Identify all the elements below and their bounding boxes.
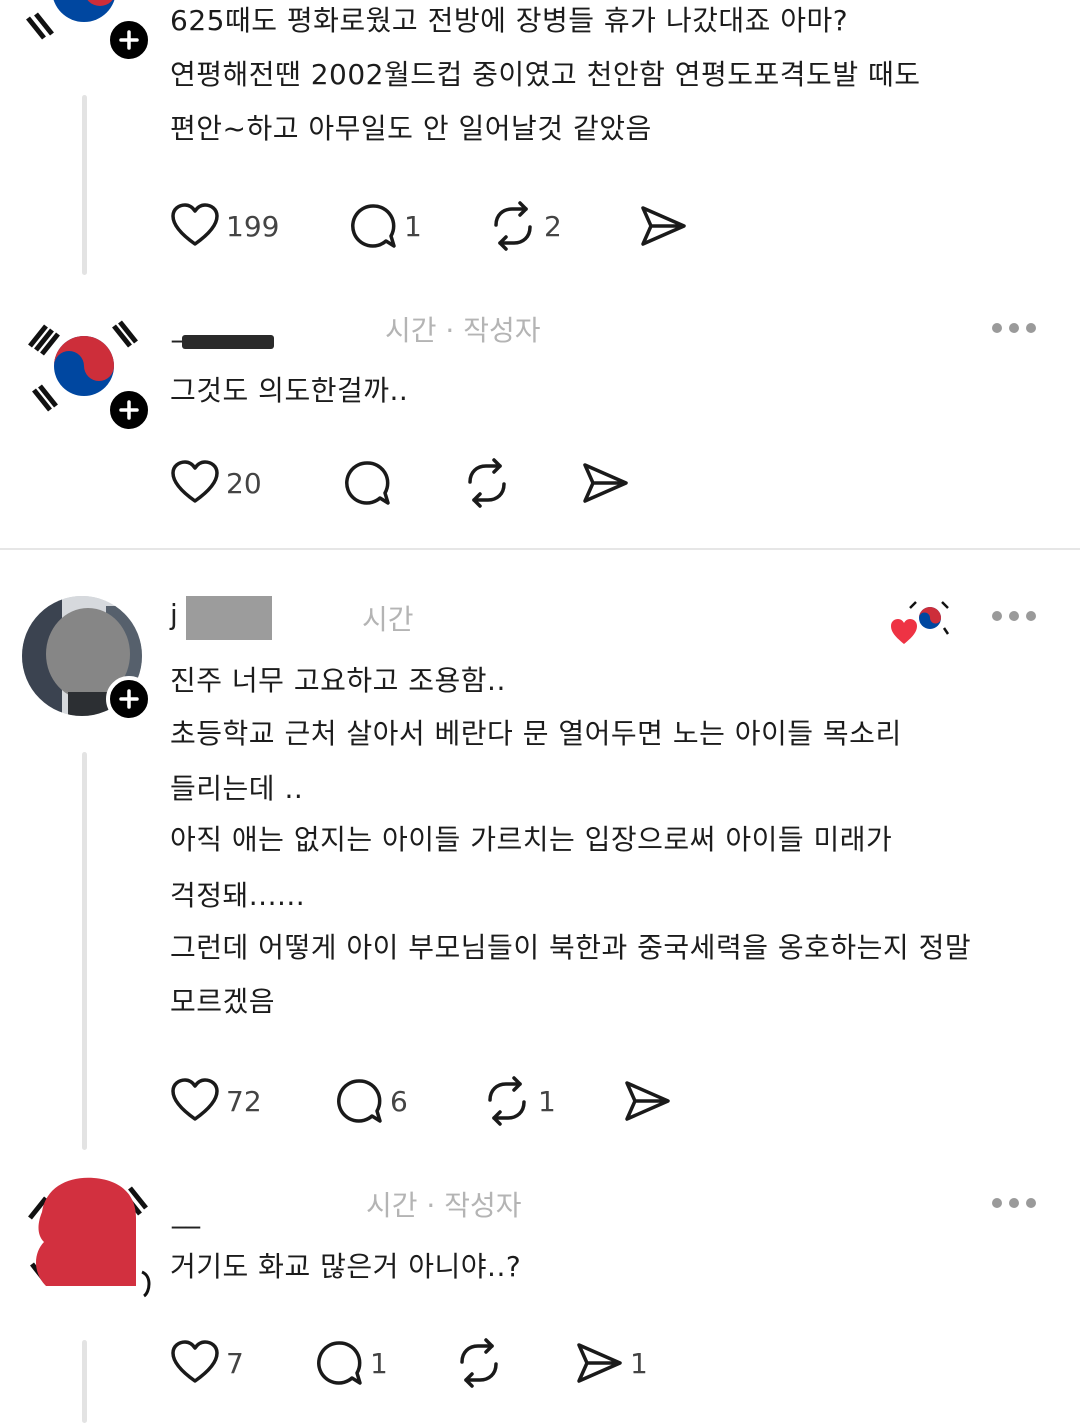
redacted-username bbox=[182, 335, 274, 349]
post-text-line: 거기도 화교 많은거 아니야..? bbox=[170, 1250, 522, 1283]
repost-button[interactable] bbox=[462, 455, 518, 511]
repost-icon bbox=[494, 201, 532, 251]
flag-badge bbox=[890, 600, 950, 648]
reply-count: 6 bbox=[390, 1084, 408, 1118]
send-icon bbox=[625, 1081, 670, 1121]
plus-icon bbox=[119, 30, 139, 50]
reply-count: 1 bbox=[370, 1346, 388, 1380]
repost-icon bbox=[488, 1076, 526, 1126]
share-button[interactable] bbox=[622, 1073, 678, 1129]
like-count: 72 bbox=[226, 1084, 262, 1118]
post-text-line: 그런데 어떻게 아이 부모님들이 북한과 중국세력을 옹호하는지 정말 bbox=[170, 931, 972, 964]
reply-button[interactable]: 1 bbox=[348, 198, 422, 254]
more-icon bbox=[992, 323, 1002, 333]
post-actions: 72 6 1 bbox=[170, 1073, 690, 1129]
post-text-line: 초등학교 근처 살아서 베란다 문 열어두면 노는 아이들 목소리 bbox=[170, 717, 902, 750]
reply-button[interactable] bbox=[342, 455, 398, 511]
like-button[interactable]: 199 bbox=[170, 198, 279, 254]
post-text-line: 편안~하고 아무일도 안 일어날것 같았음 bbox=[170, 112, 652, 145]
comment-icon bbox=[351, 204, 396, 248]
avatar-flag[interactable] bbox=[24, 1172, 154, 1300]
post-text-line: 아직 애는 없지는 아이들 가르치는 입장으로써 아이들 미래가 bbox=[170, 823, 893, 856]
follow-button[interactable] bbox=[106, 17, 152, 63]
repost-button[interactable] bbox=[454, 1335, 510, 1391]
username[interactable]: __ bbox=[172, 1196, 200, 1229]
thread-line bbox=[82, 1340, 87, 1423]
send-icon bbox=[641, 206, 686, 246]
thread-line bbox=[82, 752, 87, 1150]
repost-count: 1 bbox=[538, 1084, 556, 1118]
divider bbox=[0, 548, 1080, 550]
reply-button[interactable]: 1 bbox=[314, 1335, 388, 1391]
post-actions: 7 1 1 bbox=[170, 1335, 670, 1391]
like-count: 7 bbox=[226, 1346, 244, 1380]
plus-icon bbox=[119, 689, 139, 709]
heart-icon bbox=[171, 460, 219, 503]
repost-icon bbox=[460, 1338, 498, 1388]
repost-count: 2 bbox=[544, 209, 562, 243]
post-text-line: 모르겠음 bbox=[170, 985, 276, 1018]
reply-count: 1 bbox=[404, 209, 422, 243]
post-text-line: 걱정돼...... bbox=[170, 879, 306, 912]
send-icon bbox=[577, 1343, 622, 1383]
thread-line bbox=[82, 95, 87, 275]
share-button[interactable] bbox=[580, 455, 636, 511]
like-button[interactable]: 7 bbox=[170, 1335, 244, 1391]
heart-icon bbox=[171, 203, 219, 246]
more-button[interactable] bbox=[992, 1198, 1036, 1210]
share-button[interactable]: 1 bbox=[574, 1335, 648, 1391]
post-text-line: 그것도 의도한걸까.. bbox=[170, 374, 409, 407]
share-button[interactable] bbox=[638, 198, 694, 254]
post-meta: 시간 bbox=[362, 603, 414, 636]
send-icon bbox=[583, 463, 628, 503]
follow-button[interactable] bbox=[106, 676, 152, 722]
more-button[interactable] bbox=[992, 323, 1036, 335]
username[interactable]: j bbox=[170, 598, 178, 631]
repost-button[interactable]: 2 bbox=[488, 198, 562, 254]
more-icon bbox=[992, 1198, 1002, 1208]
comment-icon bbox=[317, 1341, 362, 1385]
post-actions: 20 bbox=[170, 455, 650, 511]
reply-button[interactable]: 6 bbox=[334, 1073, 408, 1129]
heart-icon bbox=[171, 1340, 219, 1383]
redacted-username bbox=[186, 596, 272, 640]
follow-button[interactable] bbox=[106, 387, 152, 433]
repost-icon bbox=[468, 458, 506, 508]
post-text-line: 연평해전땐 2002월드컵 중이였고 천안함 연평도포격도발 때도 bbox=[170, 58, 921, 91]
post-meta: 시간 · 작성자 bbox=[366, 1189, 522, 1222]
post-text-line: 진주 너무 고요하고 조용함.. bbox=[170, 664, 506, 697]
heart-icon bbox=[171, 1078, 219, 1121]
post-text-line: 625때도 평화로웠고 전방에 장병들 휴가 나갔대죠 아마? bbox=[170, 4, 849, 37]
repost-button[interactable]: 1 bbox=[482, 1073, 556, 1129]
post-text-line: 들리는데 .. bbox=[170, 772, 304, 805]
more-button[interactable] bbox=[992, 611, 1036, 623]
more-icon bbox=[992, 611, 1002, 621]
post-meta: 시간 · 작성자 bbox=[385, 314, 541, 347]
share-count: 1 bbox=[630, 1346, 648, 1380]
like-count: 20 bbox=[226, 466, 262, 500]
like-count: 199 bbox=[226, 209, 280, 243]
comment-icon bbox=[345, 461, 390, 505]
comment-icon bbox=[337, 1079, 382, 1123]
plus-icon bbox=[119, 400, 139, 420]
like-button[interactable]: 20 bbox=[170, 455, 262, 511]
post-actions: 199 1 2 bbox=[170, 198, 730, 254]
like-button[interactable]: 72 bbox=[170, 1073, 262, 1129]
